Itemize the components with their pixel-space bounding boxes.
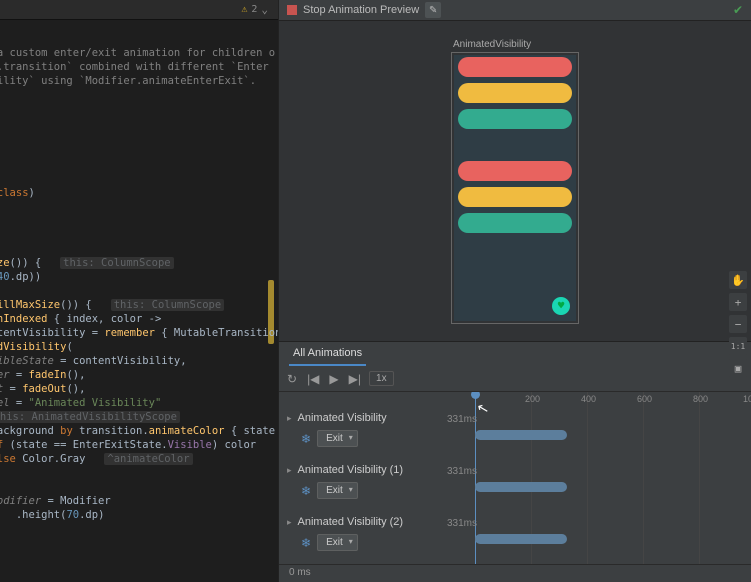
track-name: Animated Visibility (1) [298, 464, 404, 476]
tool-header: Stop Animation Preview ✎ ✔ [279, 0, 751, 21]
animation-clip[interactable] [475, 534, 567, 544]
fab-heart-icon: ♥ [552, 297, 570, 315]
track-name: Animated Visibility (2) [298, 516, 404, 528]
inspector-toolbar: ↻ |◀ ▶ ▶| 1x [279, 366, 751, 392]
skip-end-icon[interactable]: ▶| [347, 370, 363, 388]
phone-surface: ♥ [454, 55, 576, 321]
preview-bar [458, 213, 572, 233]
warning-count: 2 [251, 4, 257, 15]
snowflake-icon[interactable]: ❄ [301, 536, 311, 550]
warning-icon: ⚠ [241, 4, 247, 15]
chevron-right-icon[interactable]: ▸ [287, 517, 292, 528]
code-body[interactable]: o create a custom enter/exit animation f… [0, 20, 218, 536]
snowflake-icon[interactable]: ❄ [301, 432, 311, 446]
preview-bar [458, 57, 572, 77]
code-editor-pane[interactable]: ⚠ 2 ⌄ o create a custom enter/exit anima… [0, 0, 278, 582]
edit-icon[interactable]: ✎ [425, 2, 441, 18]
state-select[interactable]: Exit [317, 534, 358, 551]
preview-side-toolbar: ✋ + − 1:1 ▣ [729, 271, 747, 377]
stop-icon[interactable] [287, 5, 297, 15]
skip-start-icon[interactable]: |◀ [305, 370, 321, 388]
animation-clip[interactable] [475, 430, 567, 440]
editor-inspection-bar: ⚠ 2 ⌄ [0, 0, 278, 20]
layout-icon[interactable]: ▣ [729, 359, 747, 377]
preview-bar [458, 83, 572, 103]
animation-preview-tool: Stop Animation Preview ✎ ✔ AnimatedVisib… [278, 0, 751, 582]
track-row: ▸ Animated Visibility ❄ Exit 331ms [279, 408, 751, 460]
zoom-in-icon[interactable]: + [729, 293, 747, 311]
speed-selector[interactable]: 1x [369, 371, 394, 386]
chevron-right-icon[interactable]: ▸ [287, 413, 292, 424]
state-select[interactable]: Exit [317, 430, 358, 447]
animation-inspector: All Animations ↻ |◀ ▶ ▶| 1x 200 400 600 … [279, 341, 751, 582]
inspector-tabs: All Animations [279, 342, 751, 366]
inspection-chevron-icon: ⌄ [261, 3, 268, 16]
preview-bar [458, 187, 572, 207]
preview-bar [454, 239, 576, 259]
track-name: Animated Visibility [298, 412, 387, 424]
timeline[interactable]: 200 400 600 800 1000 ↖ ▸ Animated Visibi… [279, 392, 751, 564]
build-success-icon: ✔ [733, 3, 743, 17]
preview-canvas[interactable]: AnimatedVisibility ♥ ✋ + − 1:1 [279, 21, 751, 341]
timeline-ruler[interactable]: 200 400 600 800 1000 [279, 392, 751, 408]
animation-clip[interactable] [475, 482, 567, 492]
restart-icon[interactable]: ↻ [285, 370, 299, 388]
tool-title: Stop Animation Preview [303, 4, 419, 16]
track-duration: 331ms [447, 466, 477, 477]
zoom-out-icon[interactable]: − [729, 315, 747, 333]
preview-bar [458, 109, 572, 129]
preview-bar [454, 135, 576, 155]
preview-label: AnimatedVisibility [451, 39, 579, 50]
play-icon[interactable]: ▶ [327, 370, 340, 388]
preview-frame: ♥ [451, 52, 579, 324]
tab-all-animations[interactable]: All Animations [289, 343, 366, 366]
snowflake-icon[interactable]: ❄ [301, 484, 311, 498]
chevron-right-icon[interactable]: ▸ [287, 465, 292, 476]
pan-icon[interactable]: ✋ [729, 271, 747, 289]
preview-bar [458, 161, 572, 181]
track-row: ▸ Animated Visibility (1) ❄ Exit 331ms [279, 460, 751, 512]
playhead-time: 0 ms [279, 564, 751, 582]
track-duration: 331ms [447, 414, 477, 425]
state-select[interactable]: Exit [317, 482, 358, 499]
track-duration: 331ms [447, 518, 477, 529]
zoom-reset-icon[interactable]: 1:1 [729, 337, 747, 355]
track-row: ▸ Animated Visibility (2) ❄ Exit 331ms [279, 512, 751, 564]
